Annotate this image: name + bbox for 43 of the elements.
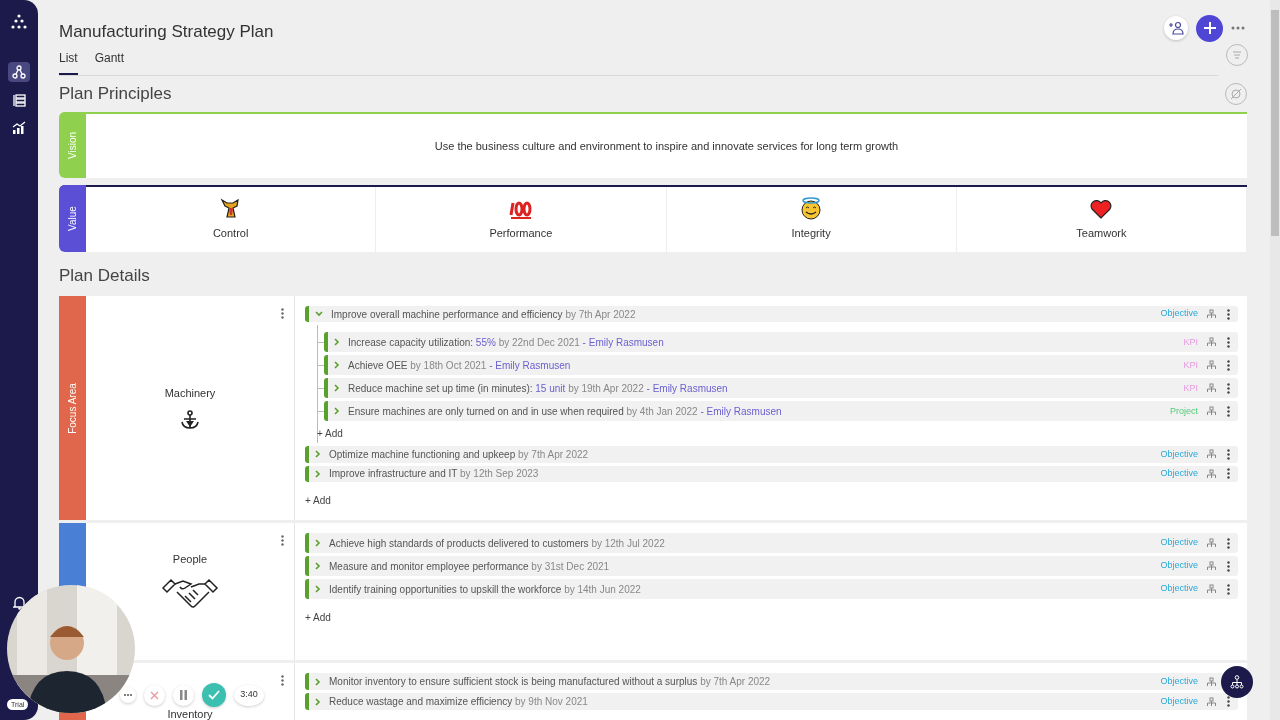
item-title[interactable]: Ensure machines are only turned on and in use when required by 4th Jan 2022 - Emily Rasmusen xyxy=(348,403,1170,419)
value-name: Teamwork xyxy=(1076,226,1127,242)
section-heading: Plan Details xyxy=(59,265,151,287)
item-type-tag: KPI xyxy=(1183,358,1198,373)
add-link[interactable]: + Add xyxy=(317,424,343,444)
plan-title: Manufacturing Strategy Plan xyxy=(59,21,275,43)
view-tab[interactable]: List xyxy=(59,49,78,75)
value-label: Value xyxy=(59,185,86,252)
item-title[interactable]: Measure and monitor employee performance by 31st Dec 2021 xyxy=(329,558,1161,574)
focus-area-name: Machinery xyxy=(164,385,216,401)
item-type-tag: Project xyxy=(1170,404,1198,419)
add-link[interactable]: + Add xyxy=(305,491,331,510)
add-link[interactable]: + Add xyxy=(305,608,331,627)
value-name: Integrity xyxy=(791,226,831,242)
item-type-tag: KPI xyxy=(1183,381,1198,396)
item-type-tag: Objective xyxy=(1160,694,1198,709)
item-title[interactable]: Identify training opportunities to upskill the workforce by 14th Jun 2022 xyxy=(329,581,1161,597)
item-type-tag: Objective xyxy=(1160,447,1198,462)
item-title[interactable]: Achieve OEE by 18th Oct 2021 - Emily Rasmusen xyxy=(348,357,1184,373)
item-type-tag: Objective xyxy=(1160,559,1198,573)
item-title[interactable]: Reduce machine set up time (in minutes): 15 unit by 19th Apr 2022 - Emily Rasmusen xyxy=(348,380,1184,396)
item-title[interactable]: Monitor inventory to ensure sufficient stock is being manufactured without a surplus by 7th Apr 2022 xyxy=(329,674,1161,689)
item-title[interactable]: Improve infrastructure and IT by 12th Sep 2023 xyxy=(329,466,1161,482)
item-title[interactable]: Increase capacity utilization: 55% by 22nd Dec 2021 - Emily Rasmusen xyxy=(348,334,1184,350)
item-type-tag: Objective xyxy=(1160,582,1198,596)
item-title[interactable]: Improve overall machine performance and efficiency by 7th Apr 2022 xyxy=(331,306,1161,322)
item-type-tag: Objective xyxy=(1160,674,1198,689)
view-tab[interactable]: Gantt xyxy=(94,49,125,75)
focus-area-name: People xyxy=(172,552,208,568)
vision-statement: Use the business culture and environment to inspire and innovate services for long term growth xyxy=(434,138,899,154)
item-title[interactable]: Reduce wastage and maximize efficiency by 9th Nov 2021 xyxy=(329,694,1161,709)
item-type-tag: KPI xyxy=(1183,335,1198,350)
item-type-tag: Objective xyxy=(1160,307,1198,321)
item-type-tag: Objective xyxy=(1160,467,1198,481)
focus-area-label: Focus Area xyxy=(59,296,86,520)
section-heading: Plan Principles xyxy=(59,83,173,105)
value-name: Performance xyxy=(489,226,553,242)
item-title[interactable]: Optimize machine functioning and upkeep by 7th Apr 2022 xyxy=(329,447,1161,462)
vision-label: Vision xyxy=(59,112,86,178)
focus-area-name: Inventory xyxy=(167,709,213,720)
item-type-tag: Objective xyxy=(1160,536,1198,550)
value-name: Control xyxy=(212,226,249,242)
item-title[interactable]: Achieve high standards of products delivered to customers by 12th Jul 2022 xyxy=(329,535,1161,551)
